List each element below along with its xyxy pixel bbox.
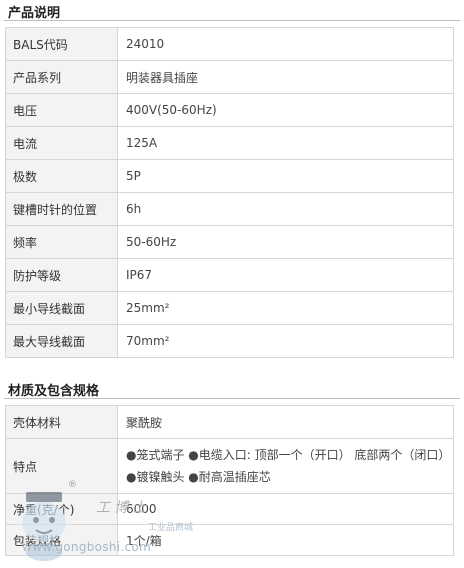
row-value: IP67 — [117, 258, 454, 292]
row-value: 125A — [117, 126, 454, 160]
spec-table-product: BALS代码 24010 产品系列 明装器具插座 电压 400V(50-60Hz… — [5, 27, 454, 358]
watermark-registered-mark: ® — [68, 480, 77, 490]
table-row: 最小导线截面 25mm² — [5, 291, 454, 325]
row-value: 25mm² — [117, 291, 454, 325]
table-row: 极数 5P — [5, 159, 454, 193]
table-row: 产品系列 明装器具插座 — [5, 60, 454, 94]
section-divider — [4, 20, 460, 21]
row-label: 键槽时针的位置 — [5, 192, 118, 226]
row-label: 特点 — [5, 438, 118, 494]
row-label: 产品系列 — [5, 60, 118, 94]
table-row: 频率 50-60Hz — [5, 225, 454, 259]
row-label: 壳体材料 — [5, 405, 118, 439]
table-row: 壳体材料 聚酰胺 — [5, 405, 454, 439]
table-row: 防护等级 IP67 — [5, 258, 454, 292]
row-value: 5P — [117, 159, 454, 193]
row-label: 频率 — [5, 225, 118, 259]
feature-line: ●镀镍触头 ●耐高温插座芯 — [126, 470, 271, 484]
table-row: BALS代码 24010 — [5, 27, 454, 61]
table-row: 键槽时针的位置 6h — [5, 192, 454, 226]
row-label: 电流 — [5, 126, 118, 160]
row-value: 6h — [117, 192, 454, 226]
row-label: BALS代码 — [5, 27, 118, 61]
table-row: 最大导线截面 70mm² — [5, 324, 454, 358]
watermark-url: www.gongboshi.com — [22, 540, 152, 554]
row-label: 防护等级 — [5, 258, 118, 292]
row-value: 70mm² — [117, 324, 454, 358]
section-title-product-description: 产品说明 — [8, 6, 61, 21]
table-row: 净重(克/个) 6000 — [5, 493, 454, 525]
section-divider — [4, 398, 460, 399]
row-label: 电压 — [5, 93, 118, 127]
section-title-materials: 材质及包含规格 — [8, 384, 100, 399]
features-cell: ●笼式端子 ●电缆入口: 顶部一个（开口） 底部两个（闭口） ●镀镍触头 ●耐高… — [117, 438, 454, 494]
row-value: 聚酰胺 — [117, 405, 454, 439]
row-label: 最小导线截面 — [5, 291, 118, 325]
row-value: 24010 — [117, 27, 454, 61]
row-label: 最大导线截面 — [5, 324, 118, 358]
watermark-brand: 工博士 — [96, 500, 150, 516]
watermark-site-name: 工业品商城 — [148, 523, 194, 533]
row-value: 50-60Hz — [117, 225, 454, 259]
table-row: 电流 125A — [5, 126, 454, 160]
row-value: 明装器具插座 — [117, 60, 454, 94]
row-value: 400V(50-60Hz) — [117, 93, 454, 127]
table-row: 电压 400V(50-60Hz) — [5, 93, 454, 127]
row-label: 极数 — [5, 159, 118, 193]
feature-line: ●笼式端子 ●电缆入口: 顶部一个（开口） 底部两个（闭口） — [126, 448, 451, 462]
